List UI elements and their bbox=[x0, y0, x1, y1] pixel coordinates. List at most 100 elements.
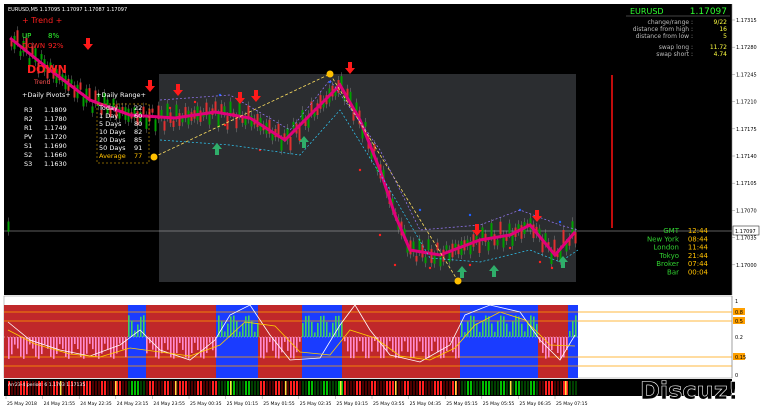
time-tick-label: 25 May 2018 bbox=[7, 401, 37, 407]
histogram-bar bbox=[509, 331, 511, 337]
arrow-bar bbox=[476, 381, 478, 395]
arrow-bar bbox=[410, 381, 412, 395]
histogram-bar bbox=[224, 331, 226, 337]
arrow-bar bbox=[413, 381, 415, 395]
histogram-bar bbox=[296, 337, 298, 353]
histogram-bar bbox=[410, 337, 412, 359]
histogram-bar bbox=[299, 337, 301, 342]
arrow-bar bbox=[128, 381, 130, 395]
candle-body bbox=[487, 241, 490, 251]
arrow-bar bbox=[305, 381, 307, 395]
info-value: 5 bbox=[723, 33, 727, 40]
arrow-bar bbox=[479, 381, 481, 395]
histogram-bar bbox=[260, 337, 262, 358]
arrow-bar bbox=[89, 381, 91, 395]
range-value: 22 bbox=[134, 104, 142, 112]
arrow-bar bbox=[446, 381, 448, 395]
histogram-bar bbox=[74, 337, 76, 345]
arrow-bar bbox=[164, 381, 166, 395]
arrow-bar bbox=[434, 381, 436, 395]
histogram-bar bbox=[77, 337, 79, 350]
histogram-bar bbox=[548, 337, 550, 358]
arrow-bar bbox=[464, 381, 466, 395]
histogram-bar bbox=[17, 337, 19, 349]
arrow-bar bbox=[452, 381, 454, 395]
histogram-bar bbox=[569, 331, 571, 337]
candle-body bbox=[118, 107, 121, 119]
histogram-bar bbox=[479, 331, 481, 337]
histogram-bar bbox=[44, 337, 46, 345]
signal-dot bbox=[418, 208, 422, 212]
histogram-bar bbox=[311, 321, 313, 337]
histogram-bar bbox=[242, 323, 244, 337]
time-tick-label: 25 May 05:15 bbox=[446, 401, 478, 407]
info-symbol: EURUSD bbox=[630, 7, 664, 16]
arrow-bar bbox=[383, 381, 385, 395]
arrow-bar bbox=[182, 381, 184, 395]
histogram-bar bbox=[65, 337, 67, 357]
current-price-tag: 1.17097 bbox=[735, 229, 756, 235]
price-tick-label: 1.17105 bbox=[736, 181, 757, 187]
histogram-bar bbox=[431, 337, 433, 352]
arrow-bar bbox=[236, 381, 238, 395]
histogram-bar bbox=[197, 337, 199, 351]
histogram-bar bbox=[353, 337, 355, 359]
signal-dot bbox=[558, 220, 562, 224]
arrow-bar bbox=[299, 381, 301, 395]
price-tick-label: 1.17140 bbox=[736, 154, 757, 160]
arrow-bar bbox=[302, 381, 304, 395]
pivot-value: 1.1780 bbox=[44, 115, 67, 123]
arrow-bar bbox=[485, 381, 487, 395]
histogram-bar bbox=[71, 337, 73, 354]
candle-body bbox=[214, 101, 217, 112]
arrow-bar bbox=[491, 381, 493, 395]
arrow-bar bbox=[521, 381, 523, 395]
histogram-bar bbox=[476, 323, 478, 337]
arrow-bar bbox=[206, 381, 208, 395]
candle-body bbox=[430, 248, 433, 263]
histogram-bar bbox=[404, 337, 406, 342]
arrow-bar bbox=[347, 381, 349, 395]
histogram-bar bbox=[8, 337, 10, 359]
histogram-bar bbox=[11, 337, 13, 355]
histogram-bar bbox=[308, 315, 310, 337]
candle-body bbox=[289, 136, 292, 151]
signal-dot bbox=[378, 233, 382, 237]
histogram-bar bbox=[413, 337, 415, 358]
price-tick-label: 1.17035 bbox=[736, 236, 757, 242]
histogram-bar bbox=[419, 337, 421, 342]
candle-body bbox=[442, 249, 445, 262]
time-tick-label: 25 May 02:35 bbox=[300, 401, 332, 407]
bottom-header: Arr23-4 period: 6 1.1703 1.17135 bbox=[8, 382, 85, 388]
histogram-bar bbox=[155, 337, 157, 358]
arrow-bar bbox=[575, 381, 577, 395]
arrow-bar bbox=[92, 381, 94, 395]
signal-dot bbox=[168, 106, 172, 110]
arrow-bar bbox=[137, 381, 139, 395]
candle-body bbox=[178, 113, 181, 126]
histogram-bar bbox=[518, 316, 520, 337]
histogram-bar bbox=[146, 337, 148, 354]
arrow-bar bbox=[290, 381, 292, 395]
histogram-bar bbox=[434, 337, 436, 342]
histogram-bar bbox=[56, 337, 58, 354]
candle-body bbox=[415, 255, 418, 262]
candle-body bbox=[229, 101, 232, 114]
candle-body bbox=[88, 88, 91, 99]
histogram-bar bbox=[179, 337, 181, 343]
histogram-bar bbox=[407, 337, 409, 352]
histogram-bar bbox=[371, 337, 373, 352]
histogram-bar bbox=[347, 337, 349, 352]
arrow-bar bbox=[494, 381, 496, 395]
arrow-bar bbox=[239, 381, 241, 395]
time-tick-label: 25 May 06:35 bbox=[519, 401, 551, 407]
arrow-bar bbox=[140, 381, 142, 395]
histogram-bar bbox=[425, 337, 427, 359]
time-tick-label: 25 May 05:55 bbox=[483, 401, 515, 407]
clock-value: 21:44 bbox=[688, 252, 709, 260]
candle-body bbox=[238, 101, 241, 116]
histogram-bar bbox=[47, 337, 49, 349]
arrow-bar bbox=[326, 381, 328, 395]
histogram-bar bbox=[104, 337, 106, 344]
time-tick-label: 25 May 01:55 bbox=[263, 401, 295, 407]
